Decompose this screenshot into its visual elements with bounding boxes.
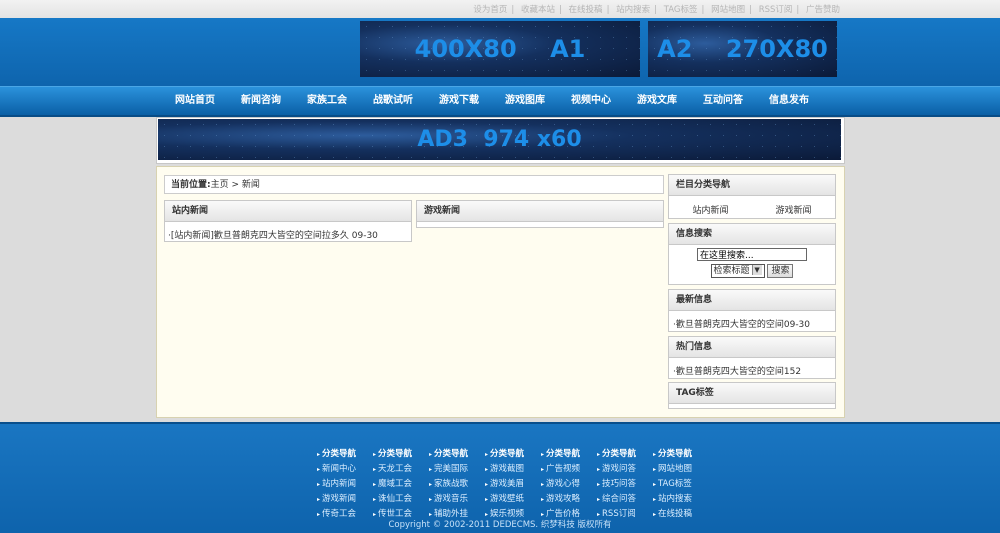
top-link[interactable]: 收藏本站 [521,5,555,15]
footer-link[interactable]: 站内新闻 [317,477,373,492]
category-link[interactable]: 站内新闻 [692,203,728,216]
footer-link[interactable]: 诛仙工会 [373,492,429,507]
top-link[interactable]: 在线投稿 [569,5,603,15]
top-link[interactable]: 设为首页 [473,5,507,15]
nav-item[interactable]: 互动问答 [690,87,756,114]
nav-item[interactable]: 战歌试听 [360,87,426,114]
footer-link[interactable]: 站内搜索 [653,492,709,507]
footer-link[interactable]: 网站地图 [653,462,709,477]
ad-a2-label: A2 270X80 [657,35,828,63]
hot-title: 热门信息 [669,337,835,358]
list-item[interactable]: ·[站内新闻]歡旦普朗克四大皆空的空间拉多久 09-30 [165,222,411,247]
list-item[interactable]: ·歡旦普朗克四大皆空的空间09-30 [669,311,835,336]
tag-title: TAG标签 [669,383,835,404]
footer-heading[interactable]: 分类导航 [541,447,597,462]
search-box: 信息搜索 检索标题▼ 搜索 [668,223,836,285]
footer-heading[interactable]: 分类导航 [485,447,541,462]
top-link[interactable]: RSS订阅 [759,5,793,15]
footer-link[interactable]: 综合问答 [597,492,653,507]
nav-item[interactable]: 视频中心 [558,87,624,114]
copyright: Copyright © 2002-2011 DEDECMS. 织梦科技 版权所有 [388,520,612,530]
list-item[interactable]: ·歡旦普朗克四大皆空的空间152 [669,358,835,383]
footer-link[interactable]: 魔域工会 [373,477,429,492]
main-nav: 网站首页 新闻咨询 家族工会 战歌试听 游戏下载 游戏图库 视频中心 游戏文库 … [0,86,1000,117]
top-link[interactable]: 广告赞助 [806,5,840,15]
game-news-box: 游戏新闻 [416,200,664,228]
footer-heading[interactable]: 分类导航 [653,447,709,462]
footer-columns: 分类导航 新闻中心 站内新闻 游戏新闻 传奇工会 分类导航 天龙工会 魔域工会 … [317,447,709,522]
top-link[interactable]: 网站地图 [711,5,745,15]
footer-link[interactable]: 游戏新闻 [317,492,373,507]
footer-link[interactable]: 游戏攻略 [541,492,597,507]
ad-banner-a1[interactable]: 400X80 A1 [360,21,640,77]
ad-banner-a2[interactable]: A2 270X80 [648,21,837,77]
ad-a3-label: AD3 974 x60 [417,127,582,152]
footer-column: 分类导航 网站地图 TAG标签 站内搜索 在线投稿 [653,447,709,522]
search-input[interactable] [697,248,807,261]
footer-heading[interactable]: 分类导航 [429,447,485,462]
footer-link[interactable]: 家族战歌 [429,477,485,492]
footer-heading[interactable]: 分类导航 [317,447,373,462]
tag-box: TAG标签 [668,382,836,409]
footer-heading[interactable]: 分类导航 [597,447,653,462]
latest-box: 最新信息 ·歡旦普朗克四大皆空的空间09-30 [668,289,836,332]
top-link[interactable]: TAG标签 [664,5,698,15]
footer-link[interactable]: 游戏截图 [485,462,541,477]
footer-link[interactable]: TAG标签 [653,477,709,492]
breadcrumb: 当前位置:主页 > 新闻 [164,175,664,194]
footer-column: 分类导航 广告视频 游戏心得 游戏攻略 广告价格 [541,447,597,522]
footer-column: 分类导航 游戏问答 技巧问答 综合问答 RSS订阅 [597,447,653,522]
footer-link[interactable]: 技巧问答 [597,477,653,492]
footer-column: 分类导航 天龙工会 魔域工会 诛仙工会 传世工会 [373,447,429,522]
footer-column: 分类导航 新闻中心 站内新闻 游戏新闻 传奇工会 [317,447,373,522]
top-link[interactable]: 站内搜索 [616,5,650,15]
category-nav-box: 栏目分类导航 站内新闻 游戏新闻 [668,174,836,219]
footer-column: 分类导航 游戏截图 游戏美眉 游戏壁纸 娱乐视频 [485,447,541,522]
footer-link[interactable]: 游戏心得 [541,477,597,492]
footer-link[interactable]: 游戏美眉 [485,477,541,492]
search-button[interactable]: 搜索 [767,264,794,278]
footer-column: 分类导航 完美国际 家族战歌 游戏音乐 辅助外挂 [429,447,485,522]
ad-banner-a3[interactable]: AD3 974 x60 [158,119,841,160]
footer-link[interactable]: 游戏问答 [597,462,653,477]
breadcrumb-label: 当前位置: [171,180,211,190]
site-news-title: 站内新闻 [165,201,411,222]
footer-link[interactable]: 新闻中心 [317,462,373,477]
nav-item[interactable]: 新闻咨询 [228,87,294,114]
game-news-title: 游戏新闻 [417,201,663,222]
footer-link[interactable]: 游戏音乐 [429,492,485,507]
footer: 分类导航 新闻中心 站内新闻 游戏新闻 传奇工会 分类导航 天龙工会 魔域工会 … [0,422,1000,533]
nav-item[interactable]: 家族工会 [294,87,360,114]
search-type-select[interactable]: 检索标题 ▼ [710,264,765,278]
hot-box: 热门信息 ·歡旦普朗克四大皆空的空间152 [668,336,836,379]
category-link[interactable]: 游戏新闻 [775,203,811,216]
footer-link[interactable]: 游戏壁纸 [485,492,541,507]
search-select-label: 检索标题 [713,266,750,276]
search-title: 信息搜索 [669,224,835,245]
footer-heading[interactable]: 分类导航 [373,447,429,462]
nav-item[interactable]: 游戏文库 [624,87,690,114]
ad-a1-label: 400X80 A1 [414,35,586,63]
footer-link[interactable]: 完美国际 [429,462,485,477]
footer-link[interactable]: 天龙工会 [373,462,429,477]
top-links: 设为首页 | 收藏本站 | 在线投稿 | 站内搜索 | TAG标签 | 网站地图 | RSS… [473,5,840,15]
nav-item[interactable]: 网站首页 [162,87,228,114]
nav-item[interactable]: 信息发布 [756,87,822,114]
chevron-down-icon: ▼ [751,265,762,275]
nav-item[interactable]: 游戏下载 [426,87,492,114]
category-nav-title: 栏目分类导航 [669,175,835,196]
footer-link[interactable]: 广告视频 [541,462,597,477]
site-news-box: 站内新闻 ·[站内新闻]歡旦普朗克四大皆空的空间拉多久 09-30 [164,200,412,242]
nav-item[interactable]: 游戏图库 [492,87,558,114]
breadcrumb-path[interactable]: 主页 > 新闻 [211,180,260,190]
latest-title: 最新信息 [669,290,835,311]
top-bar: 设为首页 | 收藏本站 | 在线投稿 | 站内搜索 | TAG标签 | 网站地图 | RSS… [0,0,1000,18]
